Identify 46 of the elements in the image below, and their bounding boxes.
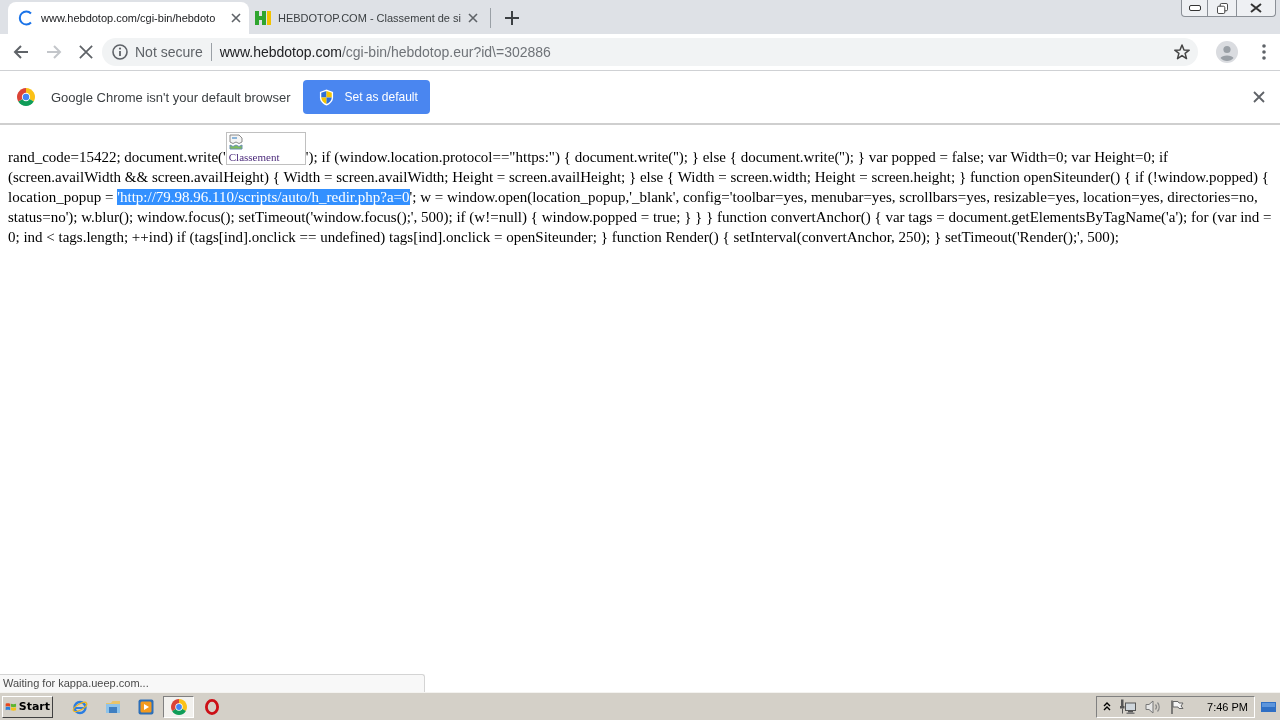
browser-tab[interactable]: www.hebdotop.com/cgi-bin/hebdoto xyxy=(8,2,249,34)
speaker-icon[interactable] xyxy=(1145,699,1162,714)
taskbar-app-button[interactable] xyxy=(163,695,194,718)
clock-text: 7:46 PM xyxy=(1207,700,1248,713)
avatar-icon[interactable] xyxy=(1216,41,1238,63)
info-icon[interactable] xyxy=(112,44,128,60)
globe-orbit-icon xyxy=(71,698,88,715)
image-alt-text: Classement xyxy=(228,151,280,163)
flag-icon[interactable] xyxy=(1170,699,1185,714)
broken-image-icon xyxy=(228,134,245,150)
start-button[interactable]: Start xyxy=(2,695,53,718)
code-text: (screen.availWidth && screen.availHeight) { Width = screen.availWidth; Height = screen.availHeight; } else { Width = screen.width; Height = screen.height; } function openSiteunder() { if (!window.popped) { xyxy=(8,169,1270,185)
play-icon xyxy=(137,698,154,715)
security-label[interactable]: Not secure xyxy=(135,44,203,60)
url-text: www.hebdotop.com/cgi-bin/hebdotop.eur?id\=302886 xyxy=(219,44,552,60)
shield-icon xyxy=(319,88,335,106)
tab-title: HEBDOTOP.COM - Classement de si xyxy=(278,12,461,24)
stop-icon[interactable] xyxy=(79,45,93,59)
restore-icon[interactable] xyxy=(1216,2,1228,14)
desktop-icon[interactable] xyxy=(1261,701,1276,712)
set-default-button[interactable]: Set as default xyxy=(303,80,431,114)
minimize-icon[interactable] xyxy=(1188,5,1201,11)
browser-logo-icon xyxy=(170,698,187,715)
code-text: 0; ind < tags.length; ++ind) if (tags[ind].onclick == undefined) tags[ind].onclick = openSiteunder; } function Render() { setInterval(convertAnchor, 250); } setTimeout('Render();', 500); xyxy=(8,229,1119,245)
code-text: '); if (window.location.protocol=="https:") { document.write(''); } else { document.write(''); } var popped = false; var Width=0; var Height=0; if xyxy=(305,149,1169,165)
selected-text: 'http://79.98.96.110/scripts/auto/h_redir.php?a=0 xyxy=(117,189,410,205)
network-icon[interactable] xyxy=(1120,698,1137,715)
bookmark-star-icon[interactable] xyxy=(1174,44,1190,60)
close-icon[interactable] xyxy=(231,13,241,23)
close-icon[interactable] xyxy=(1250,3,1262,13)
code-text: rand_code=15422; document.write(' xyxy=(8,149,226,165)
address-bar[interactable]: Not secure www.hebdotop.com/cgi-bin/hebdotop.eur?id\=302886 xyxy=(102,38,1198,66)
back-arrow-icon[interactable] xyxy=(13,44,29,60)
tab-title: www.hebdotop.com/cgi-bin/hebdoto xyxy=(41,12,217,24)
new-tab-plus-icon[interactable] xyxy=(505,11,519,25)
code-text: '; w = window.open(location_popup,'_blank', config='toolbar=yes, menubar=yes, scrollbars=yes, resizable=yes, location=yes, directories=no, xyxy=(409,189,1258,205)
ring-logo-icon xyxy=(204,698,219,715)
code-text: location_popup = xyxy=(8,189,115,205)
close-icon[interactable] xyxy=(1253,91,1265,103)
infobar-message: Google Chrome isn't your default browser xyxy=(51,89,291,105)
browser-logo-icon xyxy=(17,88,35,106)
menu-icon[interactable] xyxy=(1262,44,1266,60)
folder-icon xyxy=(104,698,121,715)
chevron-up-icon[interactable] xyxy=(1103,702,1112,711)
code-text: status=no'); w.blur(); window.focus(); setTimeout('window.focus();', 500); if (w!=null) { window.popped = true; } } } function convertAnchor() { var tags = document.getElementsByTagName('a'); for (var ind = xyxy=(8,209,1272,225)
status-bubble: Waiting for kappa.ueep.com... xyxy=(0,674,425,692)
